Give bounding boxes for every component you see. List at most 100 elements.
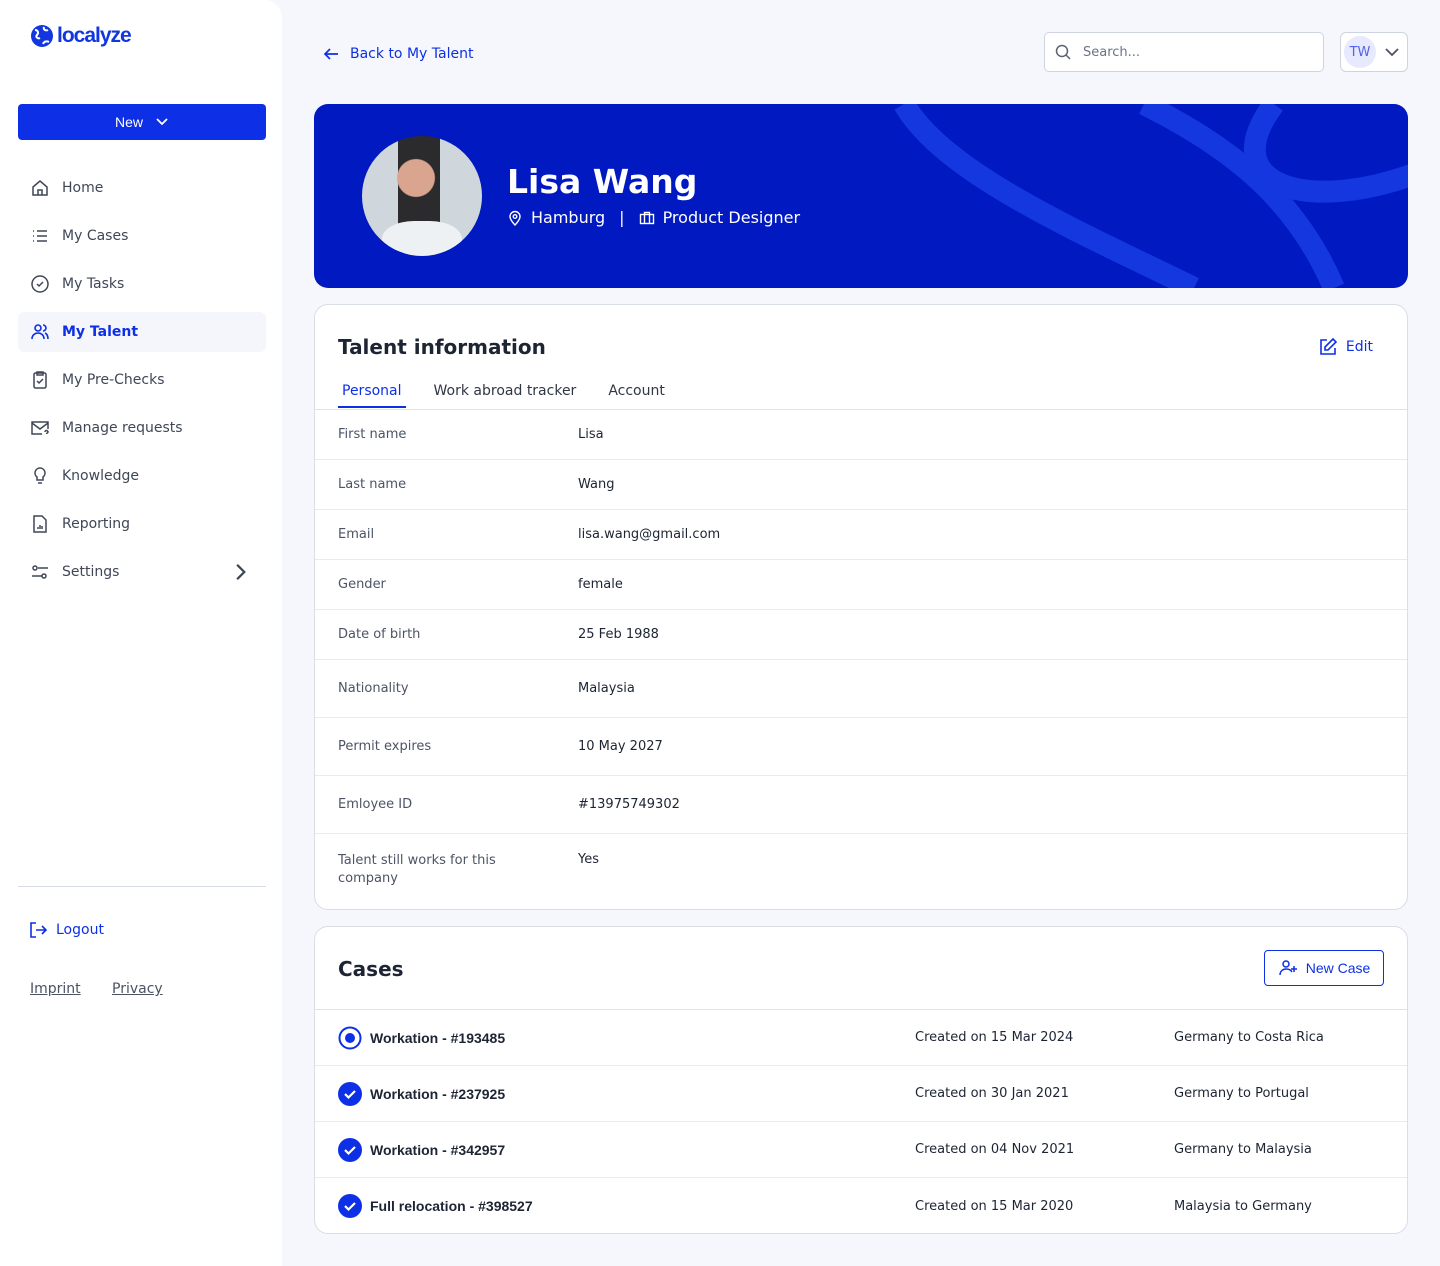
sidebar-item-label: My Talent (62, 324, 139, 340)
case-row[interactable]: Workation - #193485 Created on 15 Mar 202… (315, 1010, 1407, 1066)
edit-label: Edit (1345, 339, 1373, 355)
profile-banner: Lisa Wang Hamburg | Product Designer (314, 104, 1408, 288)
new-case-label: New Case (1305, 960, 1371, 976)
talent-tabs: Personal Work abroad tracker Account (338, 375, 693, 408)
field-value: #13975749302 (578, 797, 680, 812)
search-box[interactable] (1044, 32, 1324, 72)
field-row: First name Lisa (315, 410, 1407, 460)
location-pin-icon (509, 210, 521, 226)
meta-separator: | (619, 208, 625, 227)
case-created: Created on 15 Mar 2020 (915, 1198, 1074, 1214)
imprint-link[interactable]: Imprint (30, 981, 81, 997)
case-row[interactable]: Full relocation - #398527 Created on 15 M… (315, 1178, 1407, 1233)
field-label: Date of birth (338, 626, 421, 642)
sidebar: localyze New Home My Cases My Tasks My T… (0, 0, 282, 1266)
case-title: Workation - #342957 (370, 1141, 506, 1158)
talent-info-card: Talent information Edit Personal Work ab… (314, 304, 1408, 910)
field-row: Date of birth 25 Feb 1988 (315, 610, 1407, 660)
logo[interactable]: localyze (30, 24, 132, 48)
sidebar-item-knowledge[interactable]: Knowledge (18, 456, 266, 496)
search-input[interactable] (1083, 44, 1253, 60)
chevron-down-icon (156, 118, 168, 126)
edit-button[interactable]: Edit (1318, 337, 1373, 357)
field-value: female (578, 577, 623, 592)
case-title: Workation - #237925 (370, 1085, 506, 1102)
field-row: Permit expires 10 May 2027 (315, 718, 1407, 776)
sidebar-item-label: Manage requests (62, 420, 183, 436)
case-route: Germany to Costa Rica (1174, 1030, 1324, 1045)
case-row[interactable]: Workation - #342957 Created on 04 Nov 202… (315, 1122, 1407, 1178)
edit-icon (1320, 337, 1338, 355)
list-icon (33, 230, 47, 242)
sidebar-item-my-talent[interactable]: My Talent (18, 312, 266, 352)
field-label: Permit expires (338, 738, 432, 754)
field-value: Yes (578, 852, 599, 867)
arrow-left-icon (323, 48, 338, 60)
back-link[interactable]: Back to My Talent (322, 45, 473, 63)
check-circle-icon (338, 1137, 362, 1162)
lightbulb-icon (34, 467, 46, 484)
logout-icon (30, 922, 48, 938)
new-label: New (114, 114, 143, 130)
globe-icon (31, 25, 53, 47)
sidebar-item-label: My Pre-Checks (62, 372, 165, 388)
tab-personal[interactable]: Personal (338, 375, 406, 408)
cases-card: Cases New Case Workation - #193485 Create… (314, 926, 1408, 1234)
field-value: Wang (578, 477, 615, 492)
field-row: Talent still works for this company Yes (315, 834, 1407, 909)
new-case-button[interactable]: New Case (1264, 950, 1384, 986)
sidebar-item-manage-requests[interactable]: Manage requests (18, 408, 266, 448)
field-value: 25 Feb 1988 (578, 627, 659, 642)
sidebar-item-label: My Tasks (62, 276, 125, 292)
field-row: Gender female (315, 560, 1407, 610)
field-value: lisa.wang@gmail.com (578, 527, 721, 542)
profile-name: Lisa Wang (507, 162, 698, 201)
sidebar-nav: Home My Cases My Tasks My Talent My Pre-… (18, 168, 266, 600)
sidebar-item-my-cases[interactable]: My Cases (18, 216, 266, 256)
field-label: Last name (338, 476, 407, 492)
tab-work-abroad-tracker[interactable]: Work abroad tracker (430, 375, 581, 408)
user-menu[interactable]: TW (1340, 32, 1408, 72)
report-icon (33, 515, 47, 533)
sidebar-item-label: Reporting (62, 516, 131, 532)
logout-label: Logout (56, 922, 104, 938)
in-progress-icon (338, 1026, 362, 1049)
sliders-icon (32, 565, 48, 579)
field-row: Nationality Malaysia (315, 660, 1407, 718)
talent-info-title: Talent information (338, 335, 546, 359)
banner-decoration (894, 104, 1408, 288)
logout-button[interactable]: Logout (28, 920, 104, 940)
profile-meta: Hamburg | Product Designer (507, 208, 800, 227)
mail-question-icon (31, 421, 49, 435)
field-value: 10 May 2027 (578, 739, 663, 754)
sidebar-item-home[interactable]: Home (18, 168, 266, 208)
profile-role: Product Designer (662, 208, 801, 227)
sidebar-item-my-tasks[interactable]: My Tasks (18, 264, 266, 304)
chevron-down-icon (1385, 48, 1399, 57)
sidebar-item-settings[interactable]: Settings (18, 552, 266, 592)
field-label: Nationality (338, 680, 409, 696)
field-value: Lisa (578, 427, 604, 442)
tab-account[interactable]: Account (604, 375, 669, 408)
cases-title: Cases (338, 957, 404, 981)
case-created: Created on 30 Jan 2021 (915, 1086, 1069, 1101)
case-route: Malaysia to Germany (1174, 1198, 1312, 1214)
profile-photo (362, 136, 482, 256)
check-circle-icon (31, 275, 49, 293)
check-circle-icon (338, 1081, 362, 1106)
new-button[interactable]: New (18, 104, 266, 140)
search-icon (1055, 44, 1071, 60)
case-row[interactable]: Workation - #237925 Created on 30 Jan 202… (315, 1066, 1407, 1122)
field-label: First name (338, 426, 407, 442)
case-title: Workation - #193485 (370, 1029, 506, 1046)
logo-text: localyze (57, 24, 132, 47)
field-row: Emloyee ID #13975749302 (315, 776, 1407, 834)
case-created: Created on 15 Mar 2024 (915, 1030, 1074, 1045)
case-route: Germany to Portugal (1174, 1086, 1309, 1101)
privacy-link[interactable]: Privacy (112, 981, 163, 997)
cases-list: Workation - #193485 Created on 15 Mar 202… (315, 1009, 1407, 1233)
sidebar-item-reporting[interactable]: Reporting (18, 504, 266, 544)
sidebar-item-my-pre-checks[interactable]: My Pre-Checks (18, 360, 266, 400)
home-icon (32, 180, 48, 196)
user-plus-icon (1278, 960, 1297, 976)
